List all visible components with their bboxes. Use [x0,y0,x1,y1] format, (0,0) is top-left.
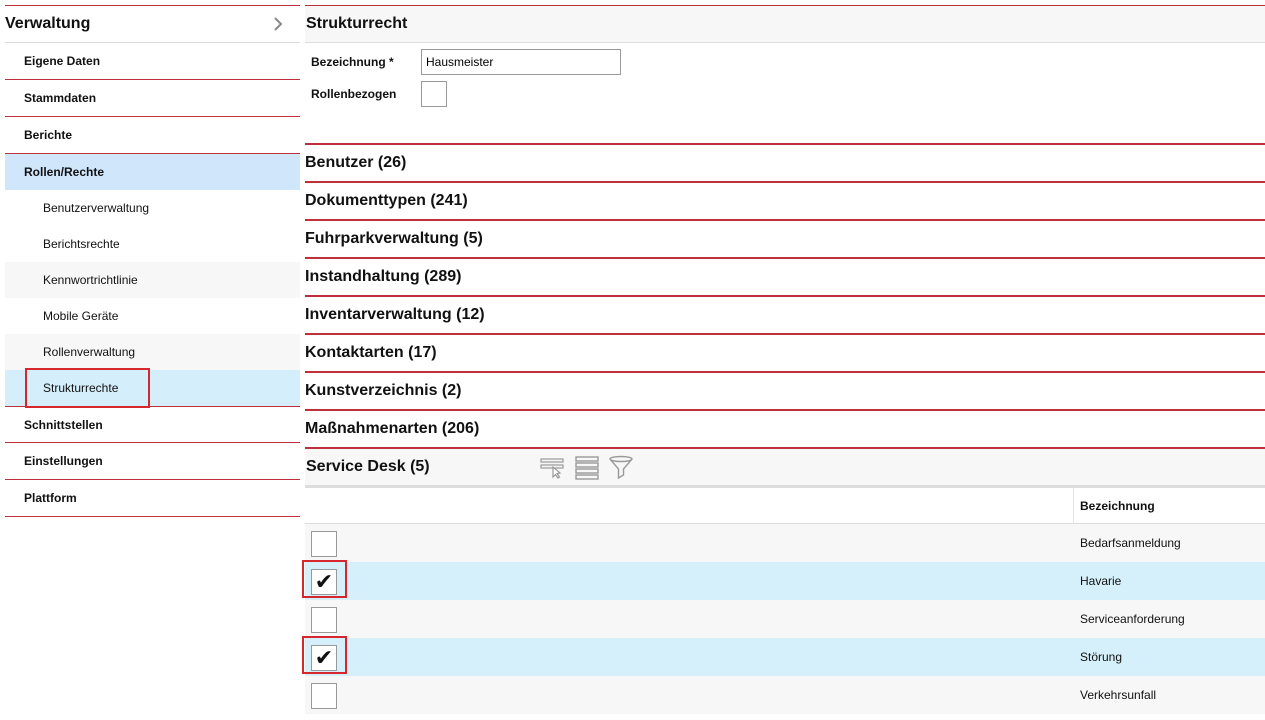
group-label: Kunstverzeichnis (2) [305,382,462,399]
toolbar [540,455,634,481]
sidebar-item-label: Berichte [24,128,73,142]
group-kontaktarten[interactable]: Kontaktarten (17) [305,333,1265,371]
sidebar-subitem-label: Rollenverwaltung [43,345,136,359]
name-label: Bezeichnung * [311,55,394,69]
row-checkbox[interactable] [311,531,337,557]
column-header-bezeichnung[interactable]: Bezeichnung [1080,499,1155,513]
group-benutzer[interactable]: Benutzer (26) [305,143,1265,181]
sidebar-item-label: Schnittstellen [24,417,103,432]
sidebar-subitem-label: Benutzerverwaltung [43,201,150,215]
sidebar-item-label: Rollen/Rechte [24,165,105,179]
sidebar-item-label: Plattform [24,491,77,505]
sidebar-subitem-benutzerverwaltung[interactable]: Benutzerverwaltung [5,190,300,226]
sidebar-subitem-kennwortrichtlinie[interactable]: Kennwortrichtlinie [5,262,300,298]
group-massnahmenarten[interactable]: Maßnahmenarten (206) [305,409,1265,447]
sidebar-subitem-mobile-geraete[interactable]: Mobile Geräte [5,298,300,334]
sidebar-title: Verwaltung [5,15,91,32]
sidebar-subitem-rollenverwaltung[interactable]: Rollenverwaltung [5,334,300,370]
group-label: Fuhrparkverwaltung (5) [305,230,483,247]
row-checkbox[interactable] [311,683,337,709]
sidebar-item-label: Eigene Daten [24,54,101,68]
list-icon[interactable] [574,455,600,481]
group-inventarverwaltung[interactable]: Inventarverwaltung (12) [305,295,1265,333]
group-label: Dokumenttypen (241) [305,192,468,209]
group-label: Service Desk (5) [306,458,430,475]
group-label: Instandhaltung (289) [305,268,462,285]
group-dokumenttypen[interactable]: Dokumenttypen (241) [305,181,1265,219]
role-checkbox[interactable] [421,81,447,107]
sidebar-item-rollen-rechte[interactable]: Rollen/Rechte [5,153,300,190]
group-kunstverzeichnis[interactable]: Kunstverzeichnis (2) [305,371,1265,409]
main-panel: Strukturrecht Bezeichnung * Rollenbezoge… [302,5,1265,714]
selection-highlight [25,368,150,408]
sidebar-item-einstellungen[interactable]: Einstellungen [5,443,300,480]
sidebar-subitem-strukturrechte[interactable]: Strukturrechte [5,368,300,408]
group-label: Benutzer (26) [305,154,407,171]
page-title: Strukturrecht [305,5,1265,43]
group-label: Kontaktarten (17) [305,344,437,361]
sidebar-subitem-label: Kennwortrichtlinie [43,273,138,287]
row-checkbox[interactable] [311,607,337,633]
table-cell: Bedarfsanmeldung [1080,536,1181,550]
sidebar-subitem-berichtsrechte[interactable]: Berichtsrechte [5,226,300,262]
chevron-right-icon[interactable] [268,14,288,34]
role-label: Rollenbezogen [311,87,397,101]
table-cell: Serviceanforderung [1080,612,1185,626]
sidebar-item-label: Einstellungen [24,454,103,468]
select-rows-icon[interactable] [540,455,566,481]
sidebar-header: Verwaltung [5,5,300,43]
sidebar-item-berichte[interactable]: Berichte [5,117,300,154]
group-instandhaltung[interactable]: Instandhaltung (289) [305,257,1265,295]
table-header: Bezeichnung [305,488,1265,713]
table-row[interactable]: Serviceanforderung [305,600,1265,638]
filter-icon[interactable] [608,455,634,481]
table-cell: Störung [1080,650,1123,664]
sidebar-item-schnittstellen[interactable]: Schnittstellen [5,406,300,443]
sidebar-subitem-label: Berichtsrechte [43,237,120,251]
group-service-desk[interactable]: Service Desk (5) [305,447,1265,485]
sidebar-item-plattform[interactable]: Plattform [5,480,300,517]
row-checkbox[interactable]: ✔ [311,569,337,595]
sidebar: Verwaltung Eigene Daten Stammdaten Beric… [5,5,300,517]
sidebar-item-eigene-daten[interactable]: Eigene Daten [5,43,300,80]
service-desk-table: Bezeichnung Bedarfsanmeldung ✔ Havarie S… [302,485,1265,714]
name-field[interactable] [421,49,621,75]
sidebar-item-label: Stammdaten [24,91,97,105]
group-label: Maßnahmenarten (206) [305,420,480,437]
table-row[interactable]: ✔ Havarie [302,560,1265,600]
sidebar-item-stammdaten[interactable]: Stammdaten [5,80,300,117]
table-row[interactable]: Verkehrsunfall [305,676,1265,714]
group-fuhrparkverwaltung[interactable]: Fuhrparkverwaltung (5) [305,219,1265,257]
group-label: Inventarverwaltung (12) [305,306,485,323]
sidebar-subitem-label: Mobile Geräte [43,309,119,323]
table-row[interactable]: ✔ Störung [302,636,1265,676]
table-cell: Havarie [1080,574,1122,588]
form: Bezeichnung * Rollenbezogen [305,43,1265,143]
table-row[interactable]: Bedarfsanmeldung [305,524,1265,562]
row-checkbox[interactable]: ✔ [311,645,337,671]
table-cell: Verkehrsunfall [1080,688,1157,702]
